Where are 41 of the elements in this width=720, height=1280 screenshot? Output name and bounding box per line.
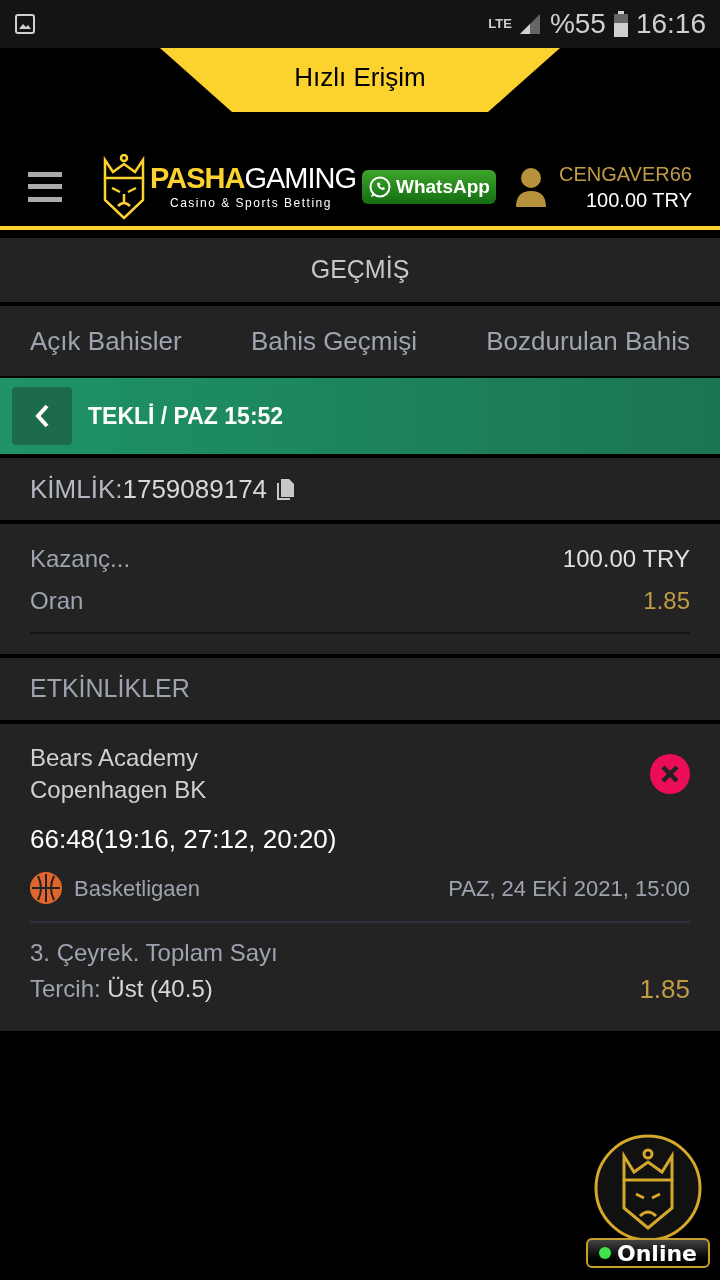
brand-logo-text: PASHAGAMING bbox=[150, 162, 356, 194]
copy-icon[interactable] bbox=[275, 478, 296, 500]
quick-access-tab[interactable]: Hızlı Erişim bbox=[160, 48, 560, 112]
lost-icon bbox=[650, 754, 690, 794]
league-name: Basketligaen bbox=[74, 874, 200, 903]
whatsapp-button[interactable]: WhatsApp bbox=[362, 170, 496, 204]
tab[interactable]: Bahis Geçmişi bbox=[250, 306, 418, 376]
basketball-icon bbox=[30, 872, 62, 904]
battery-percent: %55 bbox=[549, 7, 606, 41]
page-title: GEÇMİŞ bbox=[310, 254, 410, 286]
score: 66:48(19:16, 27:12, 20:20) bbox=[30, 823, 338, 856]
section-title: ETKİNLİKLER bbox=[30, 673, 190, 705]
bet-title: TEKLİ / PAZ 15:52 bbox=[88, 401, 284, 431]
selection: Tercih: Üst (40.5) bbox=[30, 974, 213, 1004]
market-name: 3. Çeyrek. Toplam Sayı bbox=[30, 938, 279, 968]
balance: 100.00 TRY bbox=[586, 188, 692, 213]
bet-id: 1759089174 bbox=[122, 472, 268, 506]
back-button[interactable] bbox=[12, 387, 72, 445]
image-icon bbox=[14, 13, 36, 35]
summary-value: 1.85 bbox=[643, 586, 690, 616]
event-date: PAZ, 24 EKİ 2021, 15:00 bbox=[448, 874, 690, 903]
tagline: Casino & Sports Betting bbox=[170, 195, 333, 212]
whatsapp-icon bbox=[368, 175, 392, 199]
user-icon[interactable] bbox=[513, 167, 548, 207]
tab[interactable]: Açık Bahisler bbox=[30, 306, 182, 376]
lion-crown-logo-icon bbox=[102, 154, 146, 220]
summary-label: Kazanç... bbox=[30, 544, 131, 574]
odds: 1.85 bbox=[639, 973, 690, 1006]
tab[interactable]: Bozdurulan Bahis bbox=[486, 306, 690, 376]
team-name: Bears Academy bbox=[30, 743, 200, 773]
clock: 16:16 bbox=[635, 7, 706, 41]
online-status-button[interactable]: Online bbox=[586, 1238, 710, 1268]
network-type: LTE bbox=[488, 15, 512, 34]
back-icon bbox=[34, 403, 50, 429]
team-name: Copenhagen BK bbox=[30, 775, 207, 805]
summary-label: Oran bbox=[30, 586, 84, 616]
username: CENGAVER66 bbox=[559, 162, 692, 187]
menu-icon[interactable] bbox=[28, 172, 62, 202]
battery-icon bbox=[613, 11, 628, 37]
bet-id-label: KİMLİK: bbox=[30, 472, 123, 506]
summary-value: 100.00 TRY bbox=[562, 544, 690, 574]
